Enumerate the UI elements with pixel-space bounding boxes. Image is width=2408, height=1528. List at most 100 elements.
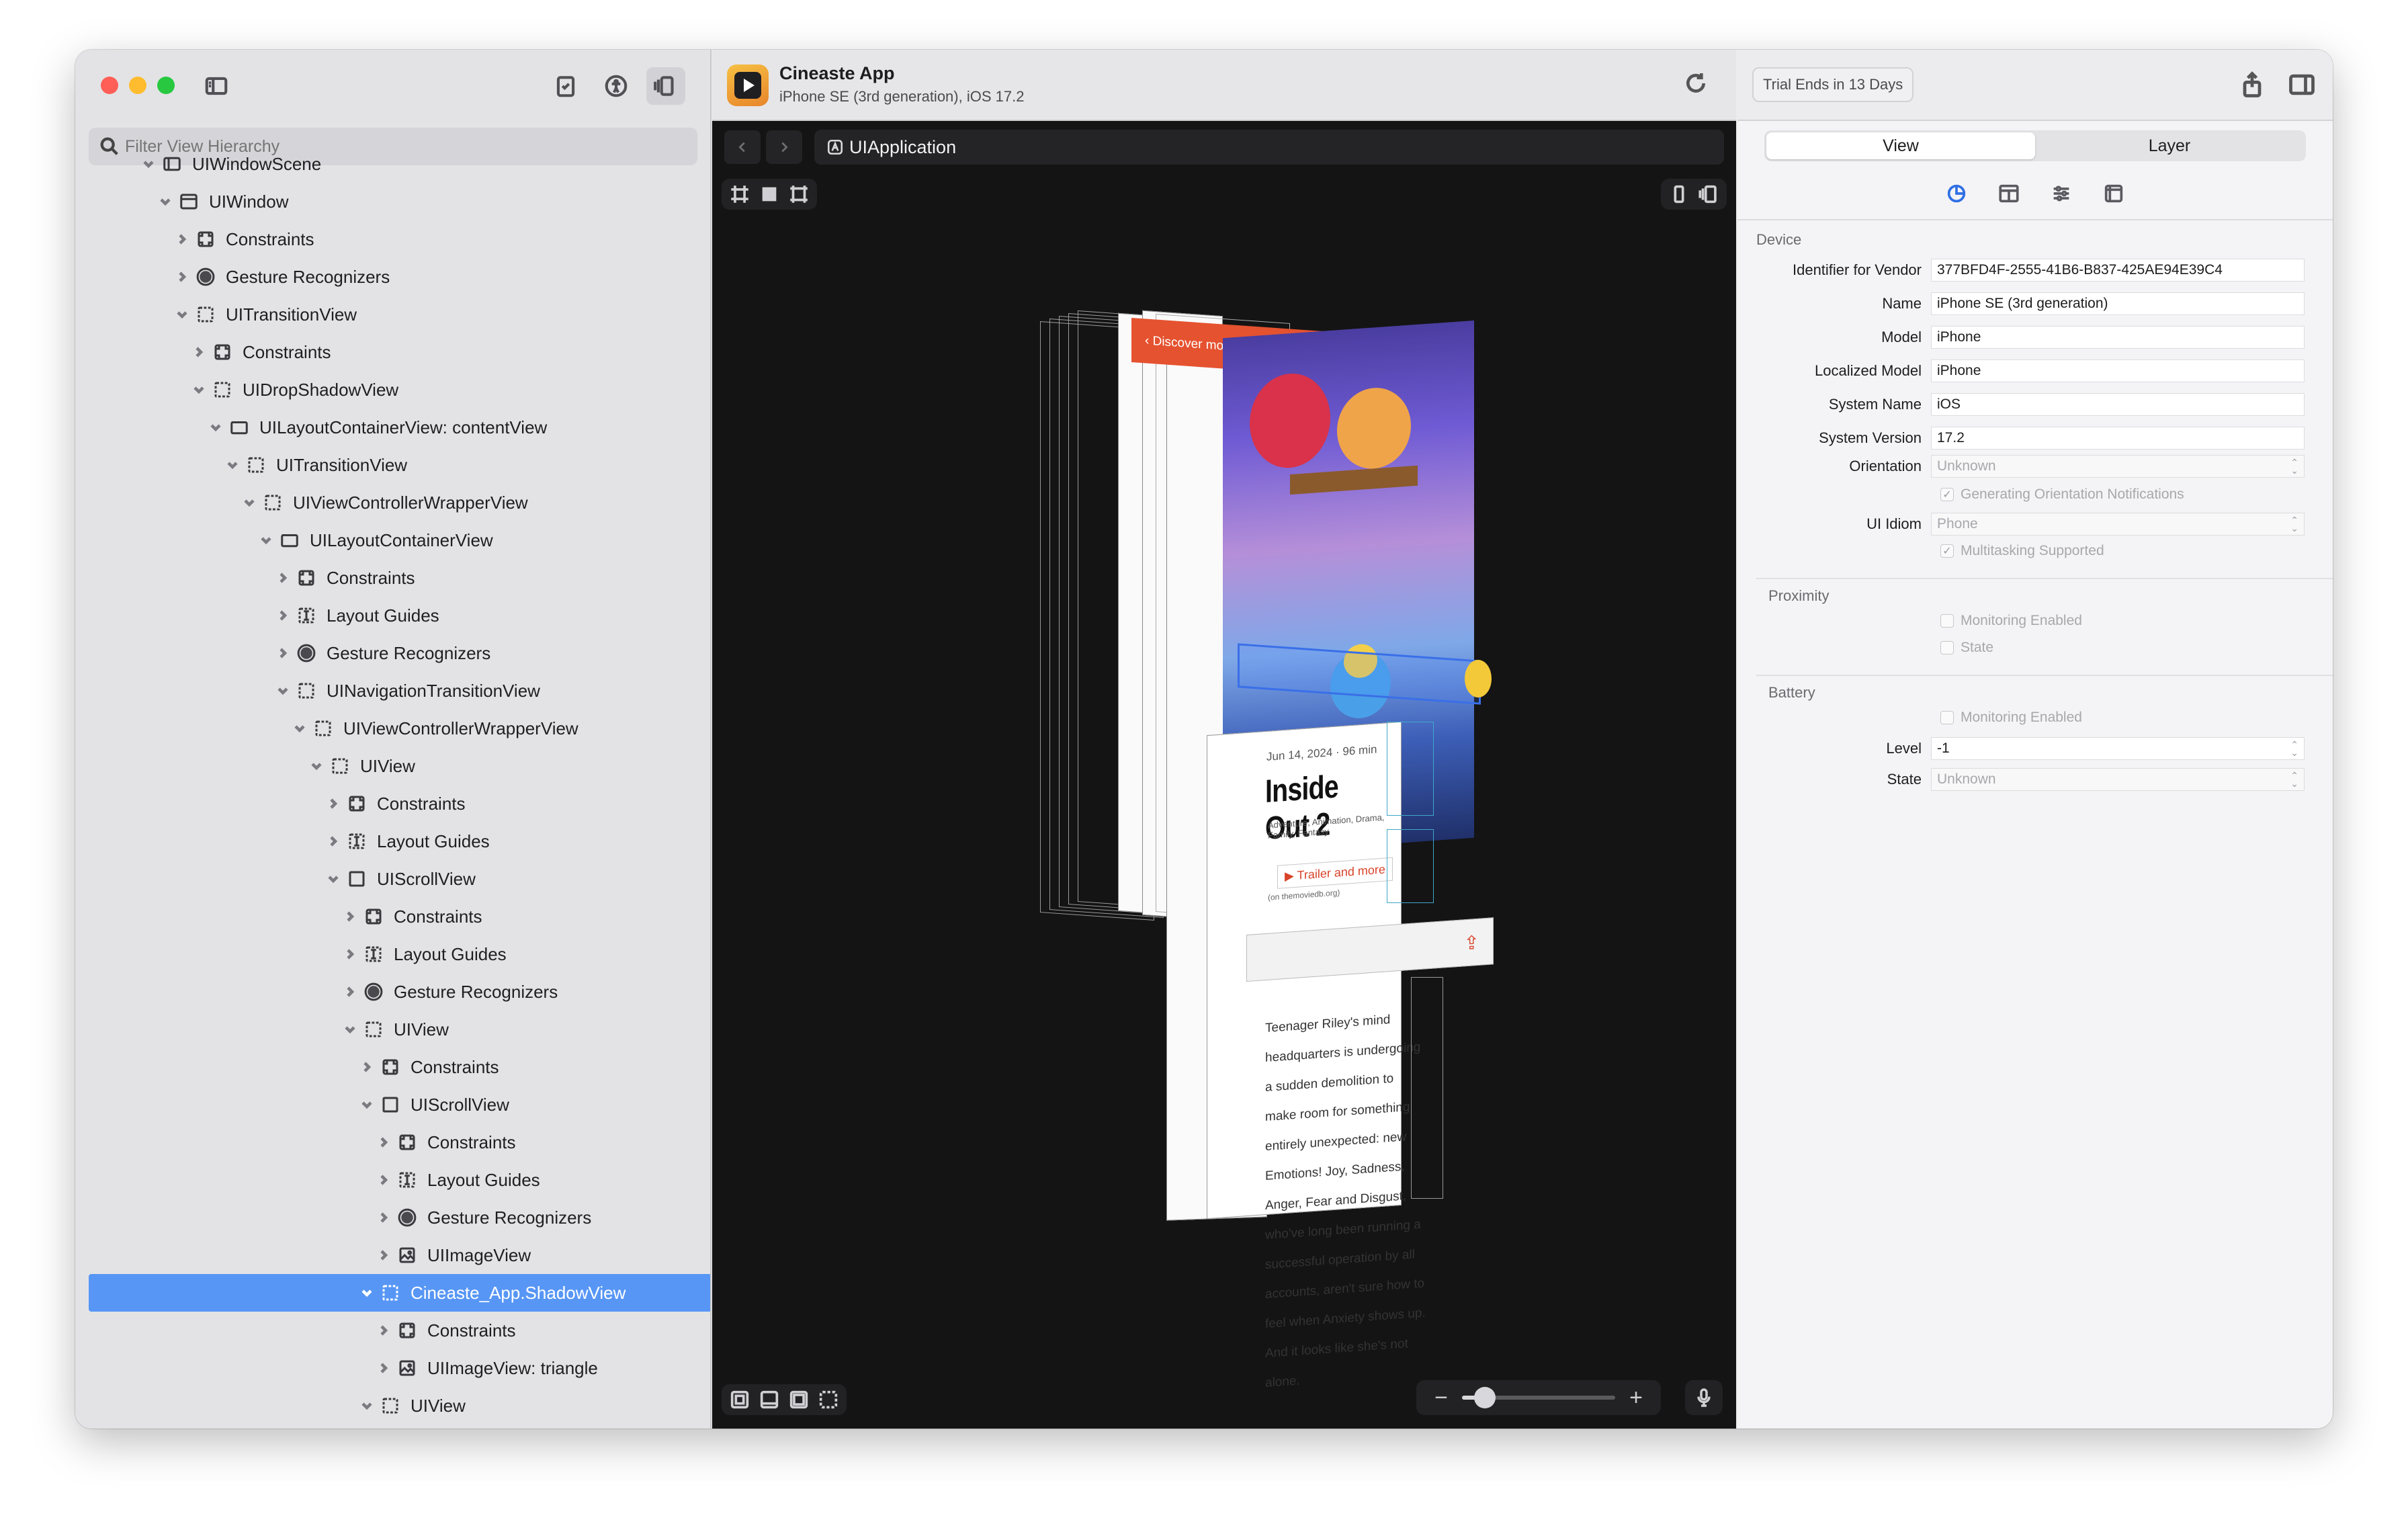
chevron-down-icon[interactable] (292, 721, 307, 736)
clip-content-icon[interactable] (728, 1388, 751, 1411)
chevron-down-icon[interactable] (259, 533, 273, 548)
device-prop-value[interactable]: 17.2 (1931, 427, 2305, 450)
zoom-out-button[interactable]: − (1431, 1385, 1451, 1411)
chevron-right-icon[interactable] (376, 1248, 391, 1263)
device-prop-value[interactable]: 377BFD4F-2555-41B6-B837-425AE94E39C4 (1931, 259, 2305, 282)
zoom-window-button[interactable] (157, 77, 175, 94)
tree-row[interactable]: Constraints (75, 1123, 710, 1161)
tree-row[interactable]: UIImageView (75, 1236, 710, 1274)
zoom-in-button[interactable]: + (1626, 1385, 1646, 1411)
chevron-down-icon[interactable] (359, 1285, 374, 1300)
chevron-right-icon[interactable] (376, 1135, 391, 1150)
tree-row[interactable]: Layout Guides (75, 822, 710, 860)
stepper-icon[interactable]: ⌃ ⌄ (2290, 740, 2298, 757)
size-tab-icon[interactable] (2102, 182, 2125, 208)
tree-row[interactable]: UIView (75, 1011, 710, 1048)
chevron-right-icon[interactable] (343, 909, 357, 924)
multitasking-check[interactable]: ✓ Multitasking Supported (1940, 543, 2104, 559)
tree-row[interactable]: UILayoutContainerView: contentView (75, 409, 710, 446)
show-frames-icon[interactable] (787, 1388, 810, 1411)
tree-row[interactable]: Constraints (75, 559, 710, 597)
tree-row[interactable]: UIView (75, 1387, 710, 1425)
chevron-right-icon[interactable] (191, 345, 206, 359)
chevron-down-icon[interactable] (326, 872, 341, 886)
tree-row[interactable]: Gesture Recognizers (75, 258, 710, 296)
zoom-slider[interactable] (1462, 1387, 1615, 1408)
chevron-right-icon[interactable] (275, 646, 290, 661)
chevron-right-icon[interactable] (175, 269, 189, 284)
tree-row[interactable]: UILayoutContainerView (75, 521, 710, 559)
share-icon[interactable] (2237, 70, 2267, 99)
chevron-right-icon[interactable] (275, 570, 290, 585)
device-prop-value[interactable]: iOS (1931, 393, 2305, 416)
layers-icon[interactable] (646, 67, 685, 105)
chevron-down-icon[interactable] (343, 1022, 357, 1037)
battery-state-select[interactable]: Unknown ⌃ ⌄ (1931, 768, 2305, 791)
microphone-icon[interactable] (1685, 1380, 1723, 1415)
tree-row[interactable]: Layout Guides (75, 597, 710, 634)
chevron-down-icon[interactable] (275, 683, 290, 698)
tab-view[interactable]: View (1766, 132, 2035, 159)
tree-row[interactable]: Constraints (75, 785, 710, 822)
chevron-right-icon[interactable] (376, 1323, 391, 1338)
tree-row[interactable]: UINavigationTransitionView (75, 672, 710, 710)
attributes-tab-icon[interactable] (2050, 182, 2073, 208)
prox-state-check[interactable]: State (1940, 640, 1993, 656)
prox-monitoring-check[interactable]: Monitoring Enabled (1940, 613, 2082, 629)
sidebar-toggle-icon[interactable] (200, 70, 232, 102)
tree-row[interactable]: UIDropShadowView (75, 371, 710, 409)
tree-row[interactable]: Layout Guides (75, 935, 710, 973)
chevron-down-icon[interactable] (141, 157, 156, 171)
chevron-right-icon[interactable] (326, 796, 341, 811)
chevron-right-icon[interactable] (359, 1060, 374, 1074)
device-prop-value[interactable]: iPhone SE (3rd generation) (1931, 292, 2305, 315)
gen-notifications-check[interactable]: ✓ Generating Orientation Notifications (1940, 486, 2184, 503)
chevron-down-icon[interactable] (225, 458, 240, 472)
device-tab-icon[interactable] (1945, 182, 1968, 208)
battery-level-field[interactable]: -1 ⌃ ⌄ (1931, 737, 2305, 760)
chevron-down-icon[interactable] (175, 307, 189, 322)
chevron-right-icon[interactable] (175, 232, 189, 247)
layout-tab-icon[interactable] (1997, 182, 2020, 208)
tree-row[interactable]: Constraints (75, 333, 710, 371)
device-prop-value[interactable]: iPhone (1931, 359, 2305, 382)
accessibility-icon[interactable] (600, 70, 632, 102)
tree-row[interactable]: UIScrollView (75, 1086, 710, 1123)
chevron-down-icon[interactable] (191, 382, 206, 397)
exploded-view[interactable]: ‹ Discover movies Jun 14, 2024 · 96 min … (712, 50, 1736, 1429)
tree-row[interactable]: Gesture Recognizers (75, 634, 710, 672)
tree-row[interactable]: Constraints (75, 220, 710, 258)
tab-layer[interactable]: Layer (2035, 132, 2304, 159)
show-hidden-icon[interactable] (817, 1388, 840, 1411)
chevron-right-icon[interactable] (376, 1210, 391, 1225)
bat-monitoring-check[interactable]: Monitoring Enabled (1940, 710, 2082, 726)
close-window-button[interactable] (101, 77, 118, 94)
chevron-right-icon[interactable] (275, 608, 290, 623)
tree-row[interactable]: Constraints (75, 1048, 710, 1086)
tree-row[interactable]: Constraints (75, 1312, 710, 1349)
tree-row[interactable]: Cineaste_App.ShadowView (89, 1274, 710, 1312)
tree-row[interactable]: UIViewControllerWrapperView (75, 710, 710, 747)
chevron-down-icon[interactable] (359, 1097, 374, 1112)
chevron-down-icon[interactable] (158, 194, 173, 209)
chevron-down-icon[interactable] (242, 495, 257, 510)
tree-row[interactable]: Gesture Recognizers (75, 973, 710, 1011)
zoom-knob[interactable] (1474, 1387, 1496, 1408)
checklist-icon[interactable] (550, 70, 582, 102)
chevron-right-icon[interactable] (326, 834, 341, 849)
device-prop-value[interactable]: iPhone (1931, 326, 2305, 349)
tree-row[interactable]: UIViewControllerWrapperView (75, 484, 710, 521)
chevron-down-icon[interactable] (359, 1398, 374, 1413)
chevron-right-icon[interactable] (376, 1361, 391, 1375)
tree-row[interactable]: UIScrollView (75, 860, 710, 898)
show-bottom-icon[interactable] (758, 1388, 781, 1411)
chevron-down-icon[interactable] (208, 420, 223, 435)
tree-row[interactable]: Gesture Recognizers (75, 1199, 710, 1236)
chevron-down-icon[interactable] (309, 759, 324, 773)
chevron-right-icon[interactable] (343, 984, 357, 999)
minimize-window-button[interactable] (129, 77, 146, 94)
orientation-select[interactable]: Unknown ⌃ ⌄ (1931, 455, 2305, 478)
ui-idiom-select[interactable]: Phone ⌃ ⌄ (1931, 513, 2305, 536)
inspector-toggle-icon[interactable] (2287, 70, 2317, 99)
chevron-right-icon[interactable] (376, 1173, 391, 1187)
